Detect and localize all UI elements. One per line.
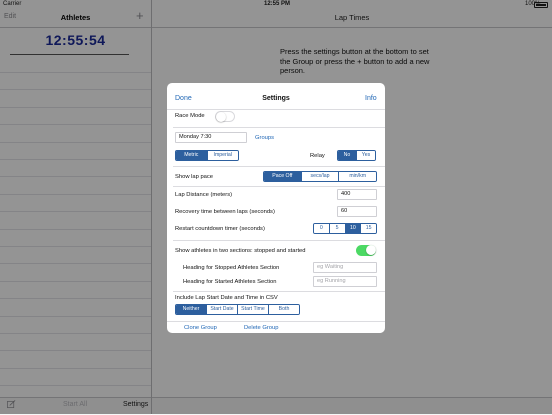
csv-option-neither[interactable]: Neither xyxy=(176,305,206,314)
stopped-heading-label: Heading for Stopped Athletes Section xyxy=(183,265,280,271)
restart-option-15[interactable]: 15 xyxy=(360,224,376,233)
header-divider xyxy=(167,109,385,110)
recovery-time-label: Recovery time between laps (seconds) xyxy=(175,209,275,215)
csv-label: Include Lap Start Date and Time in CSV xyxy=(175,295,278,301)
units-segmented-control: Metric Imperial xyxy=(175,150,239,161)
groups-link[interactable]: Groups xyxy=(255,135,274,141)
section-divider xyxy=(173,166,385,167)
restart-timer-label: Restart countdown timer (seconds) xyxy=(175,226,265,232)
relay-option-no[interactable]: No xyxy=(338,151,356,160)
race-mode-toggle[interactable] xyxy=(215,111,235,122)
footer-divider xyxy=(167,321,385,322)
restart-option-10[interactable]: 10 xyxy=(344,224,361,233)
section-divider xyxy=(173,127,385,128)
lap-pace-option-secs-lap[interactable]: secs/lap xyxy=(300,172,339,181)
started-heading-label: Heading for Started Athletes Section xyxy=(183,279,277,285)
row-divider xyxy=(173,186,385,187)
csv-option-start-time[interactable]: Start Time xyxy=(237,305,268,314)
lap-distance-label: Lap Distance (meters) xyxy=(175,192,233,198)
restart-option-5[interactable]: 5 xyxy=(328,224,345,233)
relay-label: Relay xyxy=(310,153,325,159)
units-option-imperial[interactable]: Imperial xyxy=(206,151,238,160)
csv-option-start-date[interactable]: Start Date xyxy=(206,305,237,314)
relay-option-yes[interactable]: Yes xyxy=(356,151,375,160)
section-divider xyxy=(173,240,385,241)
group-name-field[interactable]: Monday 7:30 xyxy=(175,132,247,143)
two-sections-label: Show athletes in two sections: stopped a… xyxy=(175,248,306,254)
race-mode-label: Race Mode xyxy=(175,113,205,119)
settings-title: Settings xyxy=(262,95,290,102)
units-option-metric[interactable]: Metric xyxy=(176,151,207,160)
delete-group-button[interactable]: Delete Group xyxy=(244,325,278,331)
lap-pace-label: Show lap pace xyxy=(175,174,214,180)
lap-distance-field[interactable]: 400 xyxy=(337,189,377,200)
relay-segmented-control: No Yes xyxy=(337,150,376,161)
lap-pace-option-min-km[interactable]: min/km xyxy=(338,172,376,181)
clone-group-button[interactable]: Clone Group xyxy=(184,325,217,331)
csv-option-both[interactable]: Both xyxy=(268,305,299,314)
stopped-heading-field[interactable]: eg Waiting xyxy=(313,262,377,273)
settings-modal: Done Settings Info Race Mode Monday 7:30… xyxy=(167,83,385,333)
started-heading-field[interactable]: eg Running xyxy=(313,276,377,287)
csv-segmented-control: Neither Start Date Start Time Both xyxy=(175,304,300,315)
restart-timer-segmented-control: 0 5 10 15 xyxy=(313,223,377,234)
two-sections-toggle[interactable] xyxy=(356,245,376,256)
section-divider xyxy=(173,291,385,292)
restart-option-0[interactable]: 0 xyxy=(314,224,329,233)
lap-pace-option-pace-off[interactable]: Pace Off xyxy=(264,172,301,181)
info-button[interactable]: Info xyxy=(365,95,377,102)
lap-pace-segmented-control: Pace Off secs/lap min/km xyxy=(263,171,377,182)
recovery-time-field[interactable]: 60 xyxy=(337,206,377,217)
